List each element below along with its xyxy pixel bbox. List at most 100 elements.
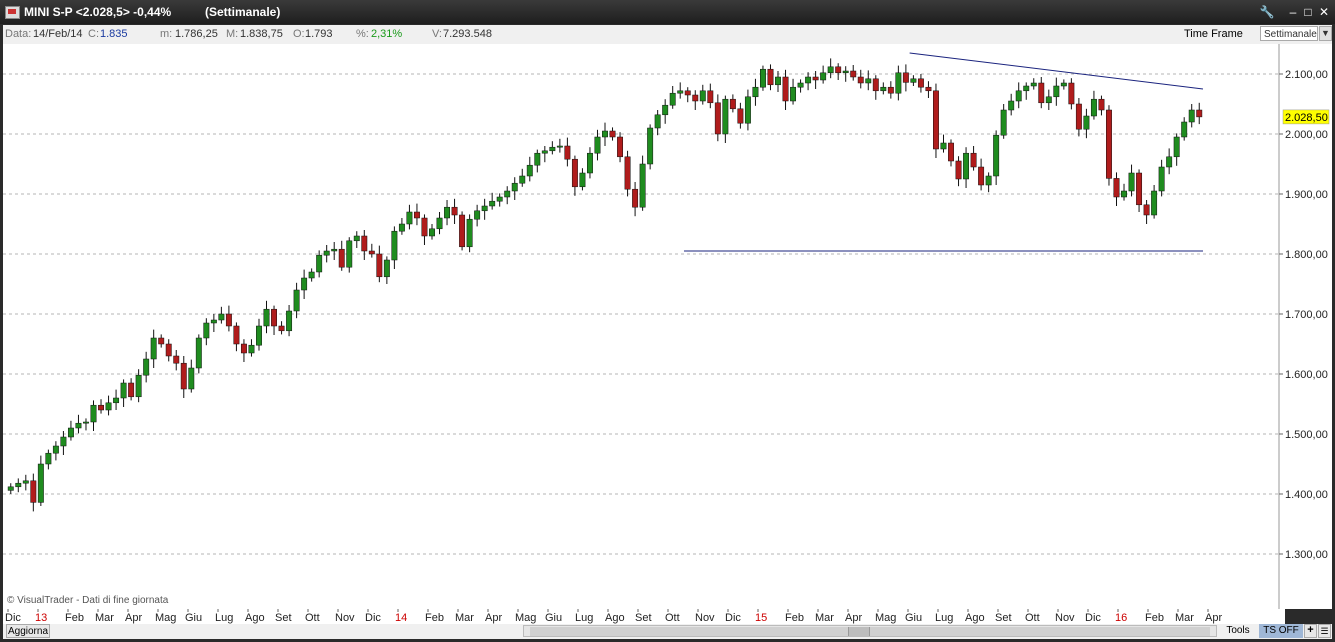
- time-frame-label: Time Frame: [1184, 28, 1243, 40]
- candle-body: [203, 322, 210, 339]
- candle-body: [760, 68, 766, 88]
- candle-body: [22, 480, 29, 484]
- candle-body: [1008, 100, 1015, 111]
- chevron-down-icon[interactable]: ▼: [1319, 26, 1332, 41]
- candle-body: [662, 104, 669, 116]
- candle-body: [383, 259, 390, 278]
- maximize-icon[interactable]: □: [1300, 4, 1316, 20]
- candle-body: [233, 325, 240, 345]
- candle-body: [98, 404, 104, 411]
- close-label: C:: [88, 28, 99, 40]
- x-tick-label: 13: [35, 612, 47, 624]
- candle-body: [744, 96, 751, 124]
- close-icon[interactable]: ✕: [1316, 4, 1332, 20]
- x-tick-label: Apr: [485, 612, 502, 624]
- candle-body: [654, 114, 661, 129]
- candle-body: [248, 344, 255, 354]
- candle-body: [1053, 85, 1060, 98]
- candle-body: [729, 98, 736, 110]
- candle-body: [1196, 109, 1203, 118]
- candle-body: [880, 86, 887, 92]
- candle-body: [286, 310, 293, 332]
- candle-body: [158, 337, 165, 345]
- window-title: MINI S-P <2.028,5> -0,44%: [24, 5, 172, 19]
- candle-body: [1075, 103, 1082, 130]
- candle-body: [752, 86, 759, 98]
- candle-body: [1000, 109, 1007, 136]
- x-tick-label: 16: [1115, 612, 1127, 624]
- candle-body: [1113, 178, 1120, 198]
- minimize-icon[interactable]: –: [1285, 4, 1301, 20]
- horizontal-scrollbar[interactable]: [523, 625, 1217, 637]
- scroll-thumb[interactable]: [848, 627, 870, 636]
- candle-body: [699, 90, 706, 102]
- candle-body: [910, 78, 917, 83]
- candle-body: [835, 66, 842, 74]
- candle-body: [444, 206, 450, 219]
- candle-body: [692, 94, 699, 102]
- candle-body: [594, 136, 601, 154]
- candle-body: [865, 78, 872, 84]
- x-tick-label: Mag: [515, 612, 536, 624]
- candle-body: [278, 325, 285, 332]
- tools-button[interactable]: Tools: [1218, 624, 1258, 638]
- candle-body: [1098, 98, 1105, 111]
- min-value: 1.786,25: [175, 28, 218, 40]
- x-tick-label: Nov: [695, 612, 715, 624]
- candle-body: [1023, 85, 1030, 92]
- max-label: M:: [226, 28, 239, 40]
- x-tick-label: Mar: [815, 612, 834, 624]
- candle-body: [301, 277, 308, 291]
- candle-body: [308, 271, 315, 279]
- candle-body: [323, 250, 330, 256]
- tools-wrench-icon[interactable]: 🔧: [1259, 4, 1275, 20]
- menu-icon[interactable]: ☰: [1318, 624, 1331, 638]
- candle-body: [1143, 204, 1150, 216]
- candle-body: [105, 402, 112, 411]
- candle-body: [669, 92, 676, 106]
- candle-body: [240, 343, 247, 354]
- candle-body: [782, 76, 789, 102]
- plus-button[interactable]: +: [1304, 624, 1317, 638]
- candle-body: [790, 86, 797, 102]
- pct-label: %:: [356, 28, 369, 40]
- candle-body: [195, 337, 202, 369]
- candle-body: [406, 211, 413, 225]
- candle-body: [218, 313, 225, 321]
- candle-body: [993, 134, 1000, 177]
- candle-body: [15, 482, 22, 488]
- candle-body: [579, 172, 586, 188]
- x-tick-label: Ott: [665, 612, 680, 624]
- candle-body: [872, 78, 879, 92]
- candle-body: [707, 90, 714, 104]
- time-frame-select[interactable]: Settimanale: [1260, 26, 1318, 41]
- x-tick-label: Dic: [365, 612, 381, 624]
- candle-body: [293, 289, 300, 312]
- candle-body: [466, 218, 473, 248]
- candle-body: [45, 452, 52, 465]
- candle-body: [113, 397, 120, 404]
- candle-body: [429, 228, 435, 237]
- candle-body: [1158, 166, 1165, 192]
- candle-body: [120, 382, 127, 399]
- candle-body: [75, 422, 82, 429]
- candle-body: [1090, 98, 1097, 117]
- aggiorna-button[interactable]: Aggiorna: [6, 624, 50, 638]
- scroll-track[interactable]: [530, 627, 1210, 636]
- candle-body: [541, 150, 548, 154]
- chart-svg: 2.100,00 2.000,00 1.900,00 1.800,00 1.700,00…: [3, 44, 1332, 609]
- candle-body: [210, 319, 217, 324]
- candle-body: [459, 214, 466, 248]
- candle-body: [180, 362, 187, 390]
- y-tick-label: 1.700,00: [1285, 309, 1328, 321]
- candle-body: [925, 86, 932, 92]
- price-chart[interactable]: 2.100,00 2.000,00 1.900,00 1.800,00 1.700,00…: [3, 44, 1332, 609]
- candle-body: [263, 308, 270, 327]
- ts-off-button[interactable]: TS OFF: [1259, 624, 1303, 638]
- info-bar: Data: 14/Feb/14 C: 1.835 m: 1.786,25 M: …: [3, 25, 1332, 44]
- candle-body: [917, 78, 924, 88]
- candle-body: [624, 156, 631, 190]
- x-tick-label: Ago: [605, 612, 625, 624]
- candle-body: [165, 343, 172, 357]
- candle-body: [933, 90, 939, 150]
